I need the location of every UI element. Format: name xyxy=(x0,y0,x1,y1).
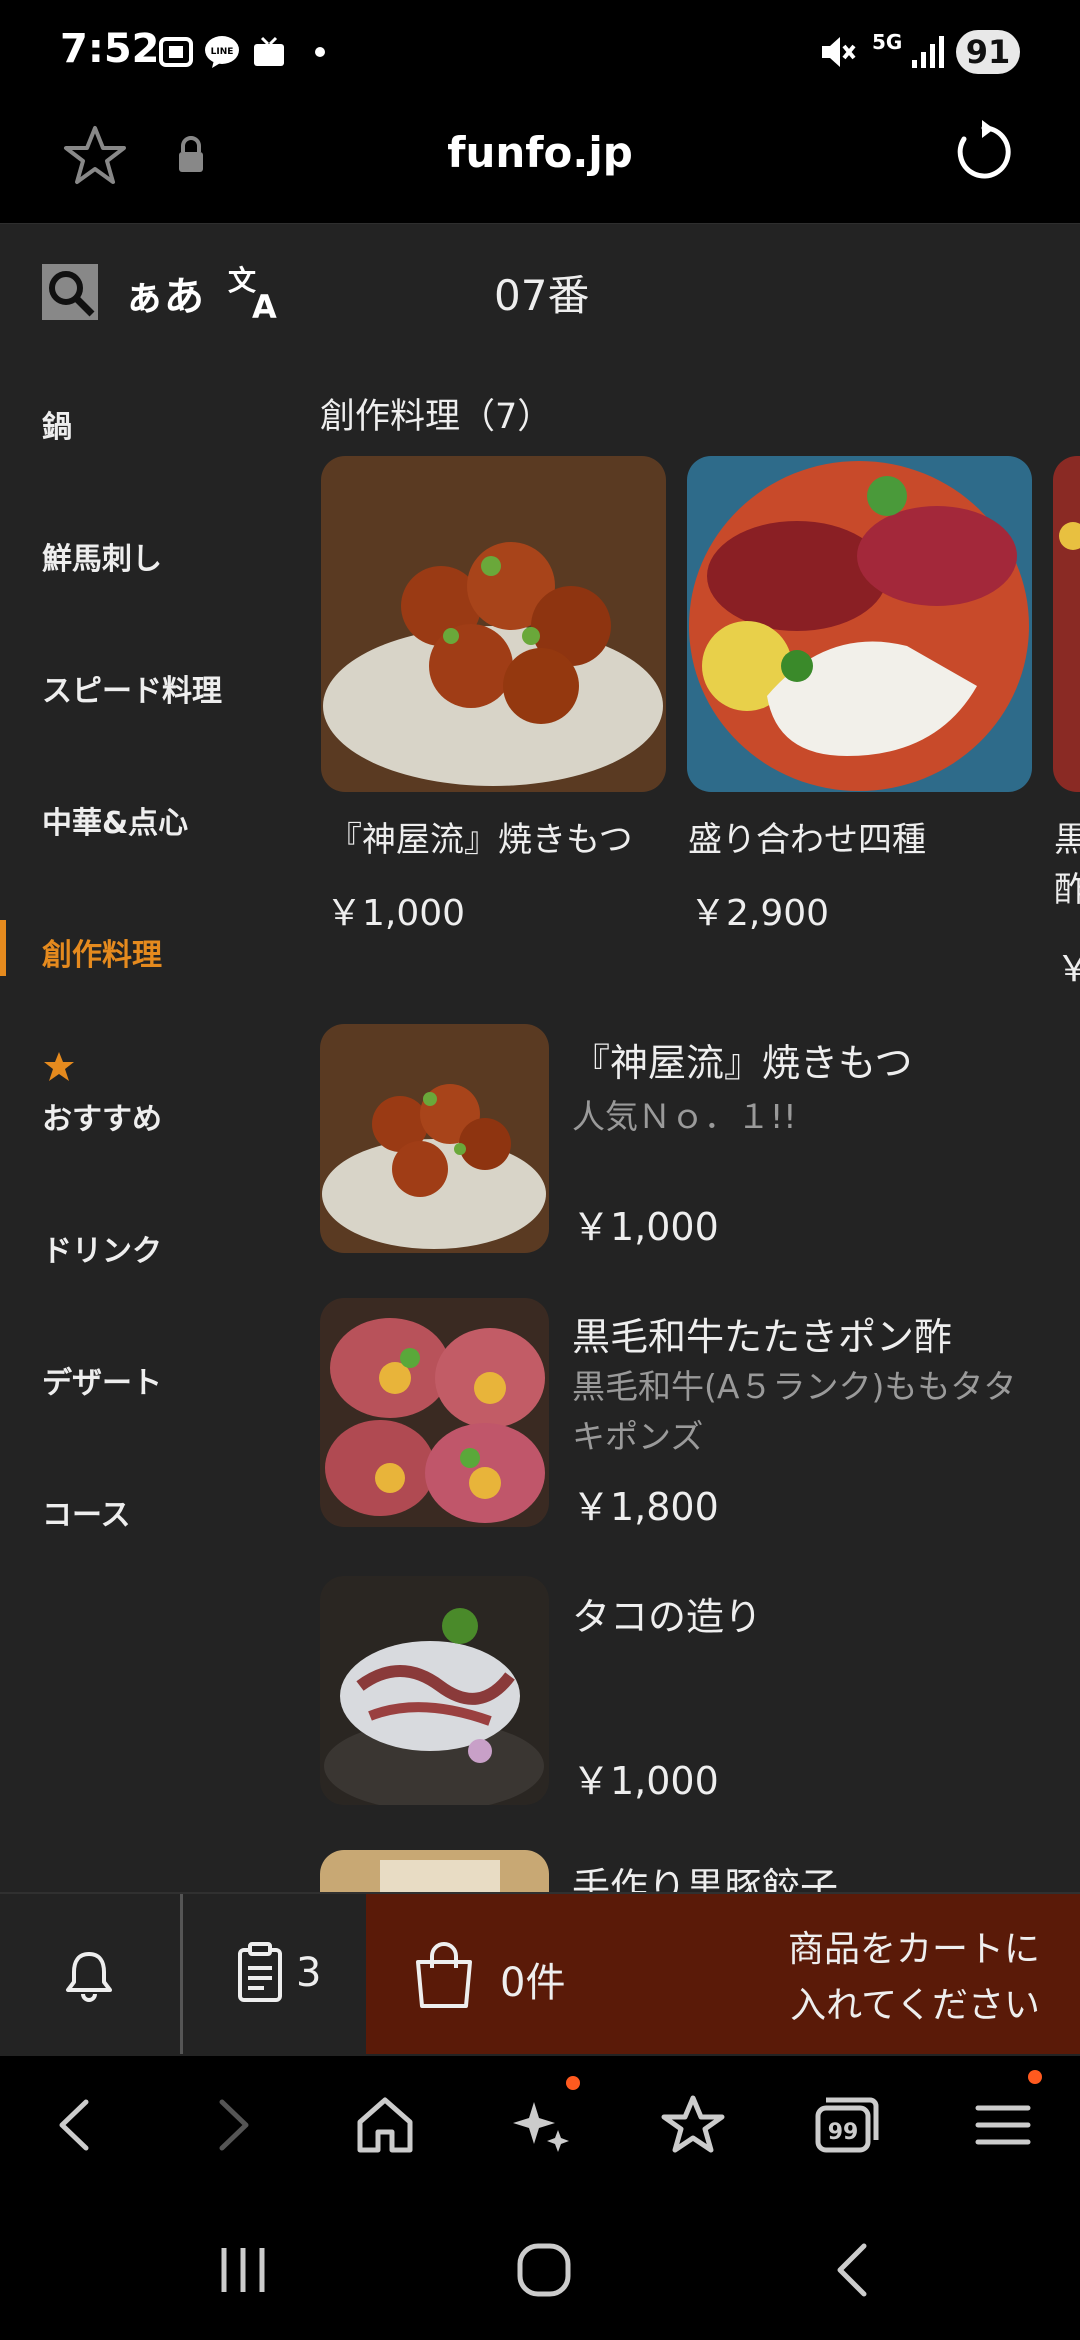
list-item-name: タコの造り xyxy=(572,1595,763,1639)
active-category-indicator xyxy=(0,920,6,976)
translate-icon[interactable]: 文A xyxy=(226,262,286,322)
sidebar-item-drink[interactable]: ドリンク xyxy=(42,1226,162,1270)
list-item-name: 手作り黒豚餃子 xyxy=(572,1865,839,1892)
bookmarks-icon[interactable] xyxy=(658,2090,728,2160)
menu-icon[interactable] xyxy=(968,2090,1038,2160)
sidebar-item-creative[interactable]: 創作料理 xyxy=(42,930,162,974)
tv-icon xyxy=(254,36,284,66)
dot-icon xyxy=(315,47,325,57)
list-item-price: ￥1,000 xyxy=(572,1759,719,1803)
search-icon[interactable] xyxy=(40,262,100,322)
list-item-description: 人気Ｎｏ．１!! xyxy=(572,1097,797,1136)
sidebar-item-course[interactable]: コース xyxy=(42,1490,131,1534)
featured-item-image[interactable] xyxy=(321,456,666,792)
font-size-button[interactable]: ぁあ xyxy=(124,264,204,322)
featured-item-image[interactable] xyxy=(1053,456,1080,792)
list-item-price: ￥1,000 xyxy=(572,1205,719,1249)
bell-icon[interactable] xyxy=(62,1948,116,2002)
order-count[interactable]: 3 xyxy=(296,1950,321,1996)
battery-indicator: 91 xyxy=(956,30,1020,74)
forward-icon[interactable] xyxy=(198,2090,268,2160)
recents-icon[interactable] xyxy=(210,2240,276,2300)
cart-count[interactable]: 0件 xyxy=(500,1950,565,2008)
system-back-icon[interactable] xyxy=(822,2238,882,2302)
status-time: 7:52 xyxy=(60,26,160,72)
screenshot-icon xyxy=(159,37,193,67)
featured-item-price: ￥ xyxy=(1056,949,1080,990)
star-icon xyxy=(44,1052,74,1081)
network-label: 5G xyxy=(872,30,903,54)
home-button-icon[interactable] xyxy=(512,2238,576,2302)
featured-item-image[interactable] xyxy=(687,456,1032,792)
sparkle-icon[interactable] xyxy=(506,2090,576,2160)
notification-dot xyxy=(566,2076,580,2090)
featured-item-name-line2: 酢 xyxy=(1054,870,1080,910)
table-number: 07番 xyxy=(494,271,590,320)
back-icon[interactable] xyxy=(40,2090,110,2160)
home-icon[interactable] xyxy=(350,2090,420,2160)
svg-text:A: A xyxy=(252,288,277,322)
list-item-image[interactable] xyxy=(320,1298,549,1527)
list-item-name: 『神屋流』焼きもつ xyxy=(572,1041,913,1085)
mute-icon xyxy=(822,37,856,67)
shopping-bag-icon[interactable] xyxy=(410,1940,478,2010)
cart-message[interactable]: 商品をカートに 入れてください xyxy=(740,1922,1040,2034)
order-list-icon[interactable] xyxy=(236,1942,288,2004)
line-icon: LINE xyxy=(205,36,239,68)
sidebar-item-chinese[interactable]: 中華&点心 xyxy=(42,798,188,842)
featured-item-name: 『神屋流』焼きもつ xyxy=(328,820,633,860)
reload-icon[interactable] xyxy=(952,120,1016,184)
section-title: 創作料理（7） xyxy=(320,397,553,437)
cart-message-line2: 入れてください xyxy=(790,1985,1040,2026)
signal-icon xyxy=(912,36,944,68)
tabs-count: 99 xyxy=(828,2120,859,2145)
sidebar-item-recommended[interactable]: おすすめ xyxy=(42,1094,162,1138)
list-item-name: 黒毛和牛たたきポン酢 xyxy=(572,1315,953,1359)
sidebar-item-nabe[interactable]: 鍋 xyxy=(42,402,72,446)
notification-dot xyxy=(1028,2070,1042,2084)
list-item-image[interactable] xyxy=(320,1024,549,1253)
list-item-description: 黒毛和牛(A５ランク)ももタタキポンズ xyxy=(572,1367,1017,1456)
url-text[interactable]: funfo.jp xyxy=(0,128,1080,177)
cart-divider xyxy=(180,1894,183,2054)
featured-item-name: 盛り合わせ四種 xyxy=(688,820,926,860)
featured-item-name: 黒 xyxy=(1054,820,1080,860)
sidebar-item-speed[interactable]: スピード料理 xyxy=(42,666,222,710)
featured-item-price: ￥1,000 xyxy=(326,893,466,934)
sidebar-item-dessert[interactable]: デザート xyxy=(42,1358,162,1402)
sidebar-item-basashi[interactable]: 鮮馬刺し xyxy=(42,534,162,578)
list-item-image[interactable] xyxy=(320,1576,549,1805)
list-item-price: ￥1,800 xyxy=(572,1485,719,1529)
list-item-image[interactable] xyxy=(320,1850,549,1892)
tabs-icon[interactable]: 99 xyxy=(810,2090,880,2160)
featured-item-price: ￥2,900 xyxy=(690,893,830,934)
cart-message-line1: 商品をカートに xyxy=(787,1929,1040,1970)
svg-text:LINE: LINE xyxy=(211,47,234,57)
